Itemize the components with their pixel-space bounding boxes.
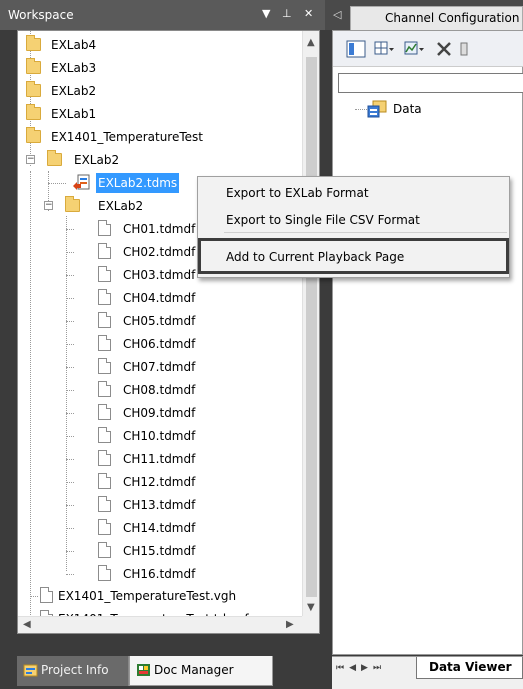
file-icon [98, 243, 111, 259]
scroll-left-icon[interactable]: ◀ [23, 619, 31, 630]
menu-separator [224, 232, 507, 233]
channel-filter-input[interactable] [338, 73, 523, 93]
tab-scroll-left-icon[interactable]: ◁ [333, 8, 341, 21]
toolbar [333, 31, 523, 67]
tree: EXLab4 EXLab3 EXLab2 EXLab1 EX1401_Tempe… [18, 31, 303, 617]
file-icon [98, 473, 111, 489]
tab-doc-manager[interactable]: Doc Manager [129, 656, 273, 686]
highlight-box: Add to Current Playback Page [198, 238, 509, 274]
file-icon [98, 404, 111, 420]
workspace-titlebar: Workspace ▼ ⊥ ✕ [0, 0, 325, 30]
workspace-panel: Workspace ▼ ⊥ ✕ EXLab4 EXLab3 EXLab2 EXL… [0, 0, 325, 689]
data-icon [367, 100, 387, 118]
menu-item-add-to-playback[interactable]: Add to Current Playback Page [198, 246, 509, 268]
file-icon [98, 381, 111, 397]
page-navigator: ⏮◀▶⏭ Data Viewer [332, 656, 523, 689]
folder-icon [65, 196, 80, 212]
scroll-right-icon[interactable]: ▶ [286, 619, 294, 630]
file-icon [98, 335, 111, 351]
file-icon [98, 220, 111, 236]
tab-data-viewer[interactable]: Data Viewer [416, 657, 523, 679]
horizontal-scrollbar[interactable]: ◀ ▶ [18, 616, 303, 633]
collapse-icon[interactable]: − [44, 201, 53, 210]
tab-project-info[interactable]: Project Info [17, 656, 129, 686]
menu-item-export-exlab[interactable]: Export to EXLab Format [198, 182, 509, 204]
page-nav-arrows-icon[interactable]: ⏮◀▶⏭ [336, 663, 386, 673]
workspace-title: Workspace [8, 8, 74, 22]
file-icon [98, 358, 111, 374]
collapse-icon[interactable]: − [26, 155, 35, 164]
layout-icon[interactable] [345, 39, 367, 59]
file-icon [98, 427, 111, 443]
folder-icon [26, 127, 41, 143]
file-icon [98, 519, 111, 535]
file-icon [98, 450, 111, 466]
file-icon [98, 289, 111, 305]
channel-configuration-panel: ◁ Channel Configuration Data ⏮◀▶⏭ Data V… [325, 0, 523, 689]
menu-item-export-csv[interactable]: Export to Single File CSV Format [198, 209, 509, 231]
scroll-up-icon[interactable]: ▲ [307, 37, 315, 48]
grid-dropdown-icon[interactable] [373, 39, 395, 59]
delete-icon[interactable] [433, 39, 455, 59]
vertical-scrollbar[interactable]: ▲ ▼ [302, 31, 319, 617]
tdms-file-icon [73, 174, 90, 190]
folder-icon [26, 104, 41, 120]
project-info-icon [23, 664, 38, 677]
folder-icon [26, 58, 41, 74]
chart-dropdown-icon[interactable] [403, 39, 425, 59]
close-icon[interactable]: ✕ [304, 7, 313, 21]
file-icon [98, 496, 111, 512]
context-menu: Export to EXLab Format Export to Single … [197, 176, 510, 278]
scroll-thumb[interactable] [306, 57, 317, 597]
pin-icon[interactable]: ⊥ [282, 7, 292, 21]
file-icon [98, 312, 111, 328]
workspace-tree-view[interactable]: EXLab4 EXLab3 EXLab2 EXLab1 EX1401_Tempe… [17, 30, 320, 634]
dropdown-icon[interactable]: ▼ [262, 7, 270, 21]
workspace-tabs: Project Info Doc Manager [17, 656, 320, 689]
scroll-corner [302, 616, 319, 633]
file-icon [98, 542, 111, 558]
folder-icon [26, 35, 41, 51]
tab-channel-configuration[interactable]: Channel Configuration [350, 6, 523, 30]
folder-icon [26, 81, 41, 97]
channel-configuration-body: Data [332, 30, 523, 655]
scroll-down-icon[interactable]: ▼ [307, 602, 315, 613]
file-icon [40, 587, 53, 603]
doc-manager-icon [137, 664, 150, 676]
file-icon [98, 565, 111, 581]
file-icon [98, 266, 111, 282]
folder-icon [47, 150, 62, 166]
document-tabbar: ◁ Channel Configuration [325, 0, 523, 30]
toolbar-more-icon[interactable] [459, 39, 481, 59]
